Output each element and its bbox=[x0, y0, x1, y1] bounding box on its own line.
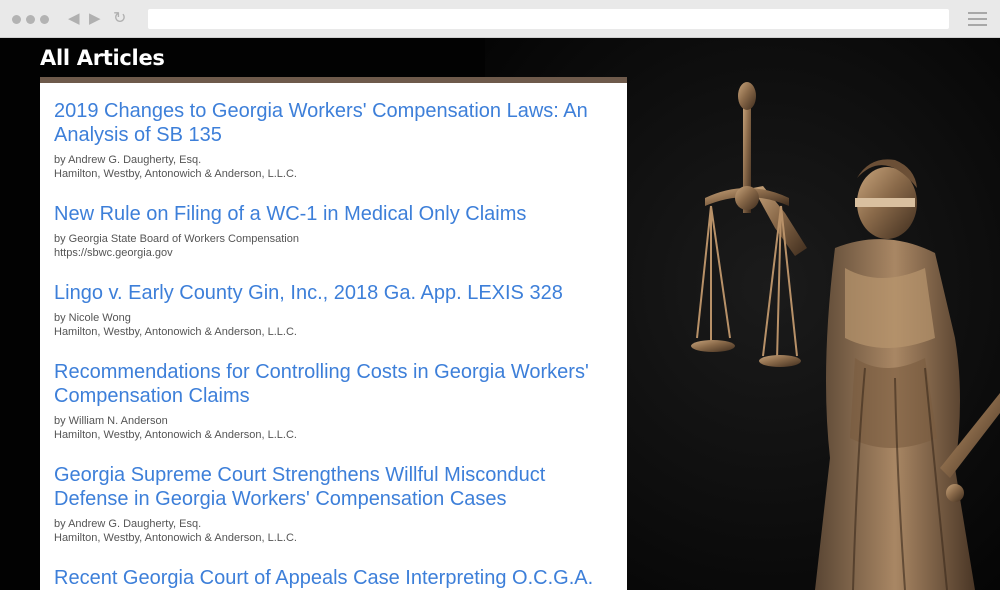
article-title-link[interactable]: 2019 Changes to Georgia Workers' Compens… bbox=[54, 99, 614, 147]
page-title: All Articles bbox=[40, 46, 165, 70]
article-author: by Georgia State Board of Workers Compen… bbox=[54, 233, 299, 245]
article-author: by Andrew G. Daugherty, Esq. bbox=[54, 518, 202, 530]
article-title-link[interactable]: New Rule on Filing of a WC-1 in Medical … bbox=[54, 202, 614, 226]
window-maximize-dot[interactable] bbox=[40, 15, 49, 24]
article-firm: Hamilton, Westby, Antonowich & Anderson,… bbox=[54, 429, 297, 441]
article-author: by William N. Anderson bbox=[54, 415, 168, 427]
article-source-url: https://sbwc.georgia.gov bbox=[54, 247, 173, 259]
article-title-link[interactable]: Recent Georgia Court of Appeals Case Int… bbox=[54, 566, 614, 590]
article-author: by Andrew G. Daugherty, Esq. bbox=[54, 154, 202, 166]
article-item: Recent Georgia Court of Appeals Case Int… bbox=[54, 566, 614, 590]
article-author: by Nicole Wong bbox=[54, 312, 131, 324]
article-item: Lingo v. Early County Gin, Inc., 2018 Ga… bbox=[54, 281, 614, 339]
article-title-link[interactable]: Lingo v. Early County Gin, Inc., 2018 Ga… bbox=[54, 281, 614, 305]
article-item: Recommendations for Controlling Costs in… bbox=[54, 360, 614, 442]
back-arrow-icon[interactable]: ◀ bbox=[68, 10, 80, 28]
article-firm: Hamilton, Westby, Antonowich & Anderson,… bbox=[54, 168, 297, 180]
window-minimize-dot[interactable] bbox=[26, 15, 35, 24]
article-title-link[interactable]: Georgia Supreme Court Strengthens Willfu… bbox=[54, 463, 614, 511]
menu-icon[interactable] bbox=[968, 12, 987, 26]
article-item: 2019 Changes to Georgia Workers' Compens… bbox=[54, 99, 614, 181]
article-title-link[interactable]: Recommendations for Controlling Costs in… bbox=[54, 360, 614, 408]
window-close-dot[interactable] bbox=[12, 15, 21, 24]
article-item: Georgia Supreme Court Strengthens Willfu… bbox=[54, 463, 614, 545]
address-bar[interactable] bbox=[148, 9, 949, 29]
page-content: All Articles 2019 Changes to Georgia Wor… bbox=[0, 38, 1000, 590]
article-firm: Hamilton, Westby, Antonowich & Anderson,… bbox=[54, 532, 297, 544]
reload-icon[interactable]: ↻ bbox=[113, 10, 126, 28]
browser-toolbar: ◀ ▶ ↻ bbox=[0, 0, 1000, 38]
articles-panel: 2019 Changes to Georgia Workers' Compens… bbox=[40, 77, 627, 590]
article-item: New Rule on Filing of a WC-1 in Medical … bbox=[54, 202, 614, 260]
article-firm: Hamilton, Westby, Antonowich & Anderson,… bbox=[54, 326, 297, 338]
forward-arrow-icon[interactable]: ▶ bbox=[89, 10, 101, 28]
